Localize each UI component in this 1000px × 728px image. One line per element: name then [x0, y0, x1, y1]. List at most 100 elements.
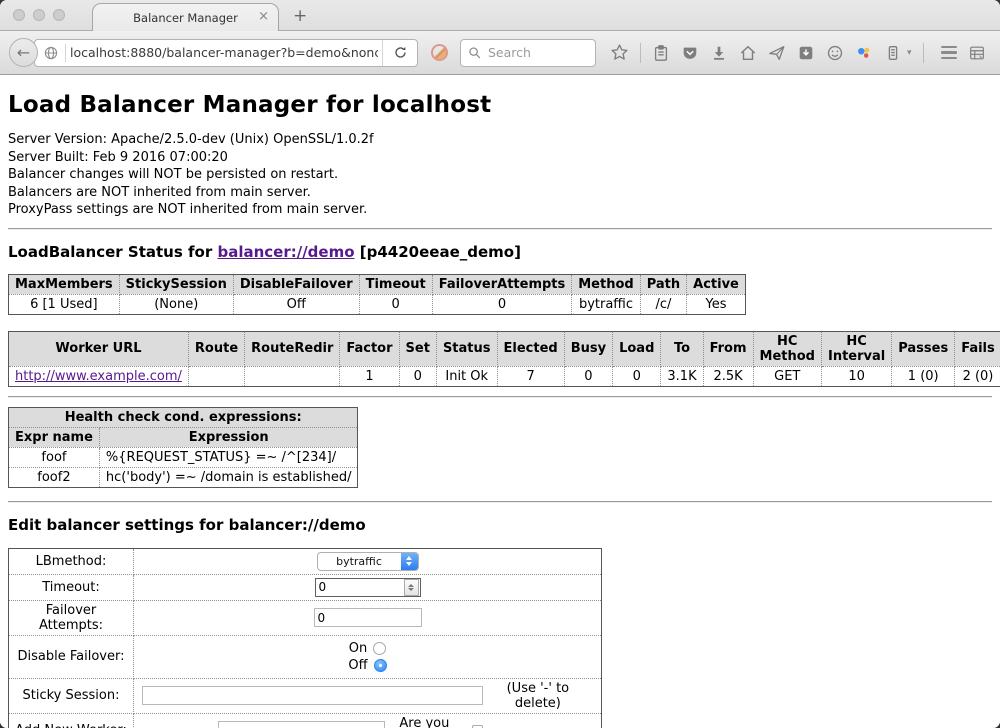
bookmark-star-icon[interactable]	[610, 43, 629, 62]
cell-expr-name: foof	[9, 447, 100, 467]
cell-routeredir	[245, 366, 340, 386]
col-timeout: Timeout	[359, 274, 432, 294]
search-icon	[468, 46, 482, 60]
url-bar[interactable]	[34, 39, 418, 67]
sticky-session-input[interactable]	[142, 686, 483, 705]
timeout-field-wrap	[315, 578, 421, 597]
col-load: Load	[613, 331, 661, 366]
clipboard-manager-icon[interactable]	[884, 44, 902, 62]
server-version-line: Server Version: Apache/2.5.0-dev (Unix) …	[8, 131, 992, 149]
timeout-input[interactable]	[316, 579, 404, 595]
cell-expression: %{REQUEST_STATUS} =~ /^[234]/	[99, 447, 358, 467]
number-stepper-icon[interactable]	[404, 579, 419, 596]
tab-close-icon[interactable]: ×	[258, 9, 269, 24]
globe-icon	[35, 45, 65, 61]
cell-from: 2.5K	[703, 366, 753, 386]
cell-method: bytraffic	[572, 294, 640, 314]
col-expr-name: Expr name	[9, 427, 100, 447]
cell-expr-name: foof2	[9, 467, 100, 487]
add-worker-label: Add New Worker:	[9, 713, 134, 728]
inherit-note-line: Balancers are NOT inherited from main se…	[8, 184, 992, 202]
col-failoverattempts: FailoverAttempts	[432, 274, 572, 294]
health-check-table: Health check cond. expressions: Expr nam…	[8, 407, 358, 488]
col-hc-method: HC Method	[753, 331, 821, 366]
pocket-icon[interactable]	[681, 44, 699, 62]
lbmethod-label: LBmethod:	[9, 548, 134, 574]
cell-active: Yes	[687, 294, 746, 314]
cell-maxmembers: 6 [1 Used]	[9, 294, 120, 314]
form-row-sticky: Sticky Session: (Use '-' to delete)	[9, 678, 602, 713]
edit-settings-heading: Edit balancer settings for balancer://de…	[8, 516, 992, 534]
server-built-line: Server Built: Feb 9 2016 07:00:20	[8, 149, 992, 167]
navigation-toolbar: ←	[0, 31, 1000, 75]
radio-on[interactable]	[373, 642, 386, 655]
table-row: http://www.example.com/ 1 0 Init Ok 7 0 …	[9, 366, 1000, 386]
worker-table: Worker URL Route RouteRedir Factor Set S…	[8, 331, 1000, 387]
table-row: 6 [1 Used] (None) Off 0 0 bytraffic /c/ …	[9, 294, 746, 314]
lbmethod-select[interactable]: bytraffic	[317, 552, 419, 571]
table-header-row: MaxMembers StickySession DisableFailover…	[9, 274, 746, 294]
cell-busy: 0	[564, 366, 612, 386]
save-to-device-icon[interactable]	[797, 44, 815, 62]
new-tab-button[interactable]: +	[293, 6, 307, 26]
worker-url-link[interactable]: http://www.example.com/	[15, 369, 182, 384]
tab-strip: Balancer Manager × +	[0, 0, 1000, 31]
reload-button[interactable]	[382, 40, 417, 66]
radio-off[interactable]	[374, 659, 387, 672]
form-row-timeout: Timeout:	[9, 574, 602, 600]
image-block-button[interactable]	[428, 42, 450, 64]
search-input[interactable]	[482, 44, 590, 61]
search-bar[interactable]	[460, 39, 596, 67]
failover-label: Failover Attempts:	[9, 600, 134, 635]
table-row: foof2 hc('body') =~ /domain is establish…	[9, 467, 358, 487]
divider	[8, 228, 992, 230]
radio-off-label: Off	[348, 657, 367, 674]
table-header-row: Expr name Expression	[9, 427, 358, 447]
add-worker-input[interactable]	[218, 721, 385, 728]
toolbar-separator	[640, 43, 641, 63]
cell-expression: hc('body') =~ /domain is established/	[99, 467, 358, 487]
home-icon[interactable]	[739, 44, 757, 62]
balancer-link[interactable]: balancer://demo	[217, 243, 354, 261]
col-path: Path	[640, 274, 686, 294]
form-row-failover: Failover Attempts:	[9, 600, 602, 635]
blocked-content-icon	[431, 44, 448, 61]
cell-to: 3.1K	[661, 366, 703, 386]
chevron-down-icon[interactable]: ▾	[907, 48, 912, 58]
extension-color-dots-icon[interactable]	[855, 44, 873, 62]
divider	[8, 501, 992, 503]
cell-passes: 1 (0)	[892, 366, 955, 386]
cell-path: /c/	[640, 294, 686, 314]
cell-hc-method: GET	[753, 366, 821, 386]
send-tab-icon[interactable]	[768, 44, 786, 62]
close-window-button[interactable]	[13, 9, 25, 21]
bookmarks-clipboard-icon[interactable]	[652, 44, 670, 62]
toolbar-icons: ▾	[610, 43, 986, 63]
sidebar-grid-icon[interactable]	[968, 44, 986, 62]
form-row-lbmethod: LBmethod: bytraffic	[9, 548, 602, 574]
cell-failoverattempts: 0	[432, 294, 572, 314]
menu-hamburger-icon[interactable]	[941, 46, 957, 60]
col-routeredir: RouteRedir	[245, 331, 340, 366]
window-controls	[13, 9, 65, 21]
cell-stickysession: (None)	[119, 294, 233, 314]
url-input[interactable]	[66, 45, 382, 60]
cell-route	[188, 366, 244, 386]
col-busy: Busy	[564, 331, 612, 366]
cell-set: 0	[399, 366, 436, 386]
zoom-window-button[interactable]	[53, 9, 65, 21]
back-button[interactable]: ←	[9, 38, 38, 67]
tab-balancer-manager[interactable]: Balancer Manager ×	[92, 3, 279, 31]
are-you-sure-checkbox[interactable]	[472, 725, 483, 728]
failover-attempts-input[interactable]	[314, 608, 422, 627]
health-table-title: Health check cond. expressions:	[9, 407, 358, 427]
col-hc-interval: HC Interval	[821, 331, 891, 366]
downloads-icon[interactable]	[710, 44, 728, 62]
proxypass-note-line: ProxyPass settings are NOT inherited fro…	[8, 201, 992, 219]
status-heading-suffix: [p4420eeae_demo]	[355, 243, 521, 261]
col-stickysession: StickySession	[119, 274, 233, 294]
col-status: Status	[436, 331, 497, 366]
feedback-smiley-icon[interactable]	[826, 44, 844, 62]
minimize-window-button[interactable]	[33, 9, 45, 21]
col-from: From	[703, 331, 753, 366]
